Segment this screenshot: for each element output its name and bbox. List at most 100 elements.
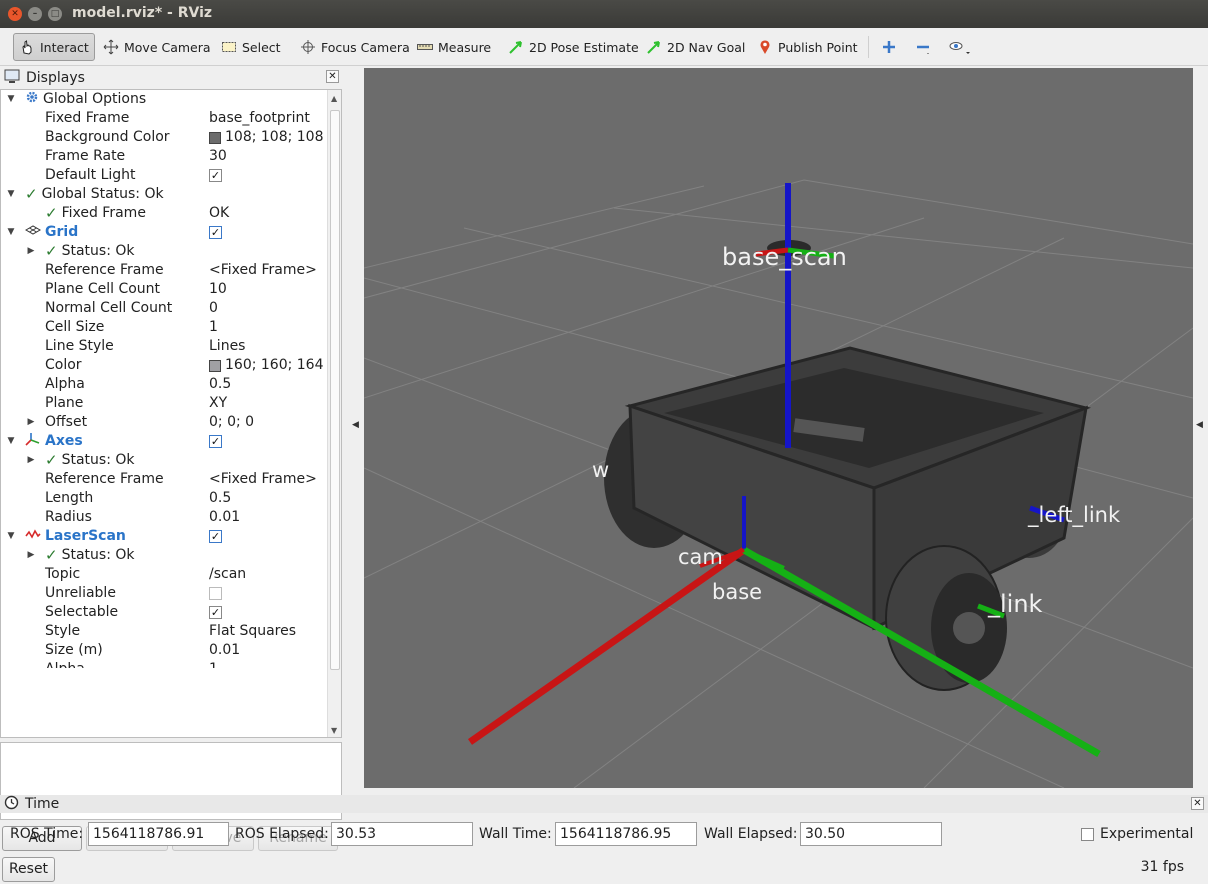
3d-viewport[interactable]: base_scan _left_link _link cam base w [364, 68, 1193, 788]
tree-row-line-style[interactable]: Line Style Lines [1, 337, 327, 356]
tree-value[interactable]: XY [209, 394, 227, 413]
scroll-down-icon[interactable]: ▼ [331, 726, 337, 735]
collapsed-arrow-icon[interactable]: ▶ [26, 451, 36, 470]
tree-row-reference-frame[interactable]: Reference Frame <Fixed Frame> [1, 261, 327, 280]
tree-row-unreliable[interactable]: Unreliable [1, 584, 327, 603]
tree-row-size[interactable]: Size (m) 0.01 [1, 641, 327, 660]
tree-row-alpha-partial[interactable]: Alpha 1 [1, 660, 327, 668]
tree-value[interactable]: /scan [209, 565, 246, 584]
tree-row-frame-rate[interactable]: Frame Rate 30 [1, 147, 327, 166]
tree-row-background-color[interactable]: Background Color 108; 108; 108 [1, 128, 327, 147]
tree-row-axes-status[interactable]: ▶ ✓ Status: Ok [1, 451, 327, 470]
window-titlebar: ✕ – □ model.rviz* - RViz [0, 0, 1208, 28]
nav-goal-tool-button[interactable]: 2D Nav Goal [641, 33, 750, 61]
move-camera-tool-button[interactable]: Move Camera [98, 33, 216, 61]
tree-row-selectable[interactable]: Selectable ✓ [1, 603, 327, 622]
collapsed-arrow-icon[interactable]: ▶ [26, 242, 36, 261]
checkbox-unchecked[interactable] [209, 587, 222, 600]
tree-value[interactable]: <Fixed Frame> [209, 261, 317, 280]
tree-row-grid-status[interactable]: ▶ ✓ Status: Ok [1, 242, 327, 261]
tree-row-grid[interactable]: ▼ Grid ✓ [1, 223, 327, 242]
maximize-window-button[interactable]: □ [48, 7, 62, 21]
expand-arrow-icon[interactable]: ▼ [6, 432, 16, 451]
minimize-window-button[interactable]: – [28, 7, 42, 21]
tree-value[interactable]: 0.01 [209, 508, 240, 527]
color-swatch[interactable] [209, 359, 221, 372]
tree-value[interactable]: 108; 108; 108 [225, 128, 324, 147]
checkbox-checked[interactable]: ✓ [209, 435, 222, 448]
scroll-up-icon[interactable]: ▲ [331, 94, 337, 103]
wall-elapsed-label: Wall Elapsed: [704, 826, 798, 842]
wall-time-field[interactable]: 1564118786.95 [555, 822, 697, 846]
tree-row-axes[interactable]: ▼ Axes ✓ [1, 432, 327, 451]
tree-row-radius[interactable]: Radius 0.01 [1, 508, 327, 527]
interact-tool-button[interactable]: Interact [13, 33, 95, 61]
tree-row-cell-size[interactable]: Cell Size 1 [1, 318, 327, 337]
scene-render[interactable] [364, 68, 1193, 788]
tree-value[interactable]: Lines [209, 337, 245, 356]
color-swatch[interactable] [209, 131, 221, 144]
tree-value[interactable]: 1 [209, 660, 218, 668]
checkbox-checked[interactable]: ✓ [209, 530, 222, 543]
tree-row-length[interactable]: Length 0.5 [1, 489, 327, 508]
close-window-button[interactable]: ✕ [8, 7, 22, 21]
wall-elapsed-field[interactable]: 30.50 [800, 822, 942, 846]
experimental-checkbox[interactable] [1081, 828, 1094, 841]
tree-row-laserscan-status[interactable]: ▶ ✓ Status: Ok [1, 546, 327, 565]
tree-value[interactable]: 30 [209, 147, 227, 166]
scrollbar-thumb[interactable] [330, 110, 340, 670]
tree-value[interactable]: 160; 160; 164 [225, 356, 324, 375]
displays-scrollbar[interactable]: ▲ ▼ [327, 90, 341, 737]
tree-value[interactable]: 0.5 [209, 489, 231, 508]
collapse-left-panel-icon[interactable]: ◀ [352, 420, 359, 430]
tree-row-plane[interactable]: Plane XY [1, 394, 327, 413]
tree-value[interactable]: 0; 0; 0 [209, 413, 254, 432]
collapse-right-panel-icon[interactable]: ◀ [1196, 420, 1203, 430]
tree-row-plane-cell-count[interactable]: Plane Cell Count 10 [1, 280, 327, 299]
pose-estimate-tool-button[interactable]: 2D Pose Estimate [503, 33, 644, 61]
tree-row-laserscan[interactable]: ▼ LaserScan ✓ [1, 527, 327, 546]
select-tool-button[interactable]: Select [216, 33, 286, 61]
tree-row-fixed-frame[interactable]: Fixed Frame base_footprint [1, 109, 327, 128]
tree-row-global-options[interactable]: ▼ Global Options [1, 90, 327, 109]
tree-value[interactable]: 0.5 [209, 375, 231, 394]
tree-value[interactable]: 0.01 [209, 641, 240, 660]
tree-value[interactable]: base_footprint [209, 109, 310, 128]
collapsed-arrow-icon[interactable]: ▶ [26, 413, 36, 432]
collapsed-arrow-icon[interactable]: ▶ [26, 546, 36, 565]
checkbox-checked[interactable]: ✓ [209, 226, 222, 239]
tree-value[interactable]: Flat Squares [209, 622, 296, 641]
tree-row-default-light[interactable]: Default Light ✓ [1, 166, 327, 185]
displays-close-button[interactable]: ✕ [326, 70, 339, 83]
tree-row-topic[interactable]: Topic /scan [1, 565, 327, 584]
checkbox-checked[interactable]: ✓ [209, 606, 222, 619]
publish-point-tool-button[interactable]: Publish Point [752, 33, 863, 61]
ros-elapsed-field[interactable]: 30.53 [331, 822, 473, 846]
tree-row-alpha[interactable]: Alpha 0.5 [1, 375, 327, 394]
ros-time-field[interactable]: 1564118786.91 [88, 822, 229, 846]
tree-row-style[interactable]: Style Flat Squares [1, 622, 327, 641]
tree-row-global-status[interactable]: ▼ ✓ Global Status: Ok [1, 185, 327, 204]
tree-row-normal-cell-count[interactable]: Normal Cell Count 0 [1, 299, 327, 318]
focus-camera-tool-button[interactable]: Focus Camera [295, 33, 415, 61]
expand-arrow-icon[interactable]: ▼ [6, 185, 16, 204]
tree-value[interactable]: 1 [209, 318, 218, 337]
tree-value[interactable]: 0 [209, 299, 218, 318]
tree-row-fixed-frame-status[interactable]: ✓ Fixed Frame OK [1, 204, 327, 223]
tree-row-color[interactable]: Color 160; 160; 164 [1, 356, 327, 375]
tree-row-offset[interactable]: ▶ Offset 0; 0; 0 [1, 413, 327, 432]
tree-value[interactable]: <Fixed Frame> [209, 470, 317, 489]
checkbox-checked[interactable]: ✓ [209, 169, 222, 182]
measure-tool-button[interactable]: Measure [412, 33, 496, 61]
tree-value[interactable]: 10 [209, 280, 227, 299]
time-panel-close-button[interactable]: ✕ [1191, 797, 1204, 810]
tree-row-axes-reference-frame[interactable]: Reference Frame <Fixed Frame> [1, 470, 327, 489]
view-options-button[interactable] [943, 33, 970, 61]
expand-arrow-icon[interactable]: ▼ [6, 223, 16, 242]
remove-tool-button[interactable] [910, 33, 936, 61]
add-tool-button[interactable] [876, 33, 902, 61]
reset-button[interactable]: Reset [2, 857, 55, 882]
expand-arrow-icon[interactable]: ▼ [6, 90, 16, 109]
laserscan-icon [25, 527, 41, 546]
expand-arrow-icon[interactable]: ▼ [6, 527, 16, 546]
